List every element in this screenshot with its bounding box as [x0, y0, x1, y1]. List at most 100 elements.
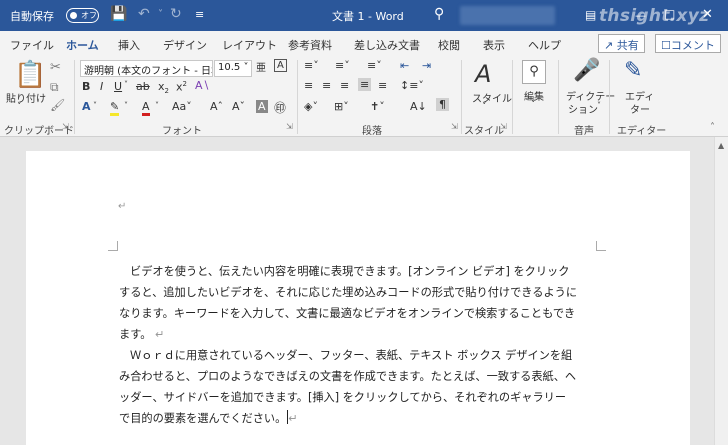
font-color-icon[interactable]: A: [142, 100, 150, 116]
text-line[interactable]: すると、追加したいビデオを、それに応じた埋め込みコードの形式で貼り付けできるよう…: [119, 282, 577, 303]
search-icon[interactable]: ⚲: [434, 6, 444, 22]
strikethrough-icon[interactable]: ab: [136, 80, 150, 93]
styles-label[interactable]: スタイル: [472, 90, 512, 105]
paragraph-mark-icon: ↵: [151, 328, 165, 341]
tab-file[interactable]: ファイル: [10, 37, 54, 53]
font-name-combo[interactable]: 游明朝 (本文のフォント - 日本: [80, 60, 213, 77]
toggle-knob: [70, 12, 77, 19]
text-line-content: み合わせると、プロのようなできばえの文書を作成できます。たとえば、一致する表紙、…: [119, 370, 577, 383]
highlight-icon[interactable]: ✎: [110, 100, 120, 116]
grow-font-icon[interactable]: Aˆ: [210, 100, 223, 113]
vertical-scrollbar[interactable]: ▲: [714, 137, 728, 445]
underline-dropdown-icon[interactable]: ˅: [124, 80, 128, 89]
change-case-icon[interactable]: Aa˅: [172, 100, 192, 113]
format-painter-icon[interactable]: 🖌: [50, 98, 65, 112]
search-icon[interactable]: ⚲: [522, 60, 546, 84]
highlight-dropdown-icon[interactable]: ˅: [124, 101, 128, 110]
styles-dropdown-icon[interactable]: ˅: [482, 102, 487, 112]
underline-icon[interactable]: U: [114, 80, 122, 93]
comment-icon: ☐: [661, 39, 671, 52]
tab-help[interactable]: ヘルプ: [528, 37, 561, 53]
char-border-icon[interactable]: A: [274, 59, 287, 72]
char-shading-icon[interactable]: A: [256, 100, 268, 113]
cut-icon[interactable]: ✂: [50, 60, 61, 75]
dictate-dropdown-icon[interactable]: ˅: [597, 101, 601, 110]
align-left-icon[interactable]: ≡: [304, 79, 313, 92]
editor-label-2[interactable]: ター: [630, 101, 650, 116]
undo-dropdown-icon[interactable]: ˅: [158, 9, 163, 20]
text-line[interactable]: Ｗｏｒｄに用意されているヘッダー、フッター、表紙、テキスト ボックス デザインを…: [130, 345, 572, 366]
paste-label[interactable]: 貼り付け: [6, 90, 46, 105]
comment-button[interactable]: ☐コメント: [655, 34, 721, 53]
bold-icon[interactable]: B: [82, 80, 90, 93]
bullets-icon[interactable]: ≡˅: [304, 59, 319, 72]
text-line[interactable]: ビデオを使うと、伝えたい内容を明確に表現できます。[オンライン ビデオ] をクリ…: [130, 261, 569, 282]
tab-view[interactable]: 表示: [483, 37, 505, 53]
styles-launcher-icon[interactable]: ⇲: [500, 122, 507, 131]
account-area[interactable]: [460, 6, 555, 25]
save-icon[interactable]: 💾: [110, 6, 127, 22]
group-voice: 音声: [574, 126, 594, 137]
text-line[interactable]: み合わせると、プロのようなできばえの文書を作成できます。たとえば、一致する表紙、…: [119, 366, 576, 387]
tab-home[interactable]: ホーム: [66, 37, 99, 59]
text-line[interactable]: で目的の要素を選んでください。 ↵: [119, 408, 298, 429]
tab-mailings[interactable]: 差し込み文書: [354, 37, 420, 53]
justify-icon[interactable]: ≡: [358, 78, 372, 91]
line-spacing-icon[interactable]: ↕≡˅: [400, 79, 424, 92]
tab-review[interactable]: 校閲: [438, 37, 460, 53]
autosave-label: 自動保存: [10, 10, 54, 23]
text-line-content: ます。: [119, 328, 152, 341]
font-color-dropdown-icon[interactable]: ˅: [155, 101, 159, 110]
undo-icon[interactable]: ↶: [138, 6, 150, 22]
share-button[interactable]: ↗ 共有: [598, 34, 645, 53]
text-line[interactable]: ッダー、サイドバーを追加できます。[挿入] をクリックしてから、それぞれのギャラ…: [119, 387, 566, 408]
subscript-icon[interactable]: x2: [158, 80, 169, 95]
tab-layout[interactable]: レイアウト: [222, 37, 277, 53]
sort-icon[interactable]: A↓: [410, 100, 427, 113]
document-page[interactable]: ↵ ビデオを使うと、伝えたい内容を明確に表現できます。[オンライン ビデオ] を…: [26, 151, 690, 445]
shrink-font-icon[interactable]: Aˇ: [232, 100, 245, 113]
clear-formatting-icon[interactable]: A∖: [195, 79, 210, 92]
distributed-icon[interactable]: ≡: [378, 79, 387, 92]
align-center-icon[interactable]: ≡: [322, 79, 331, 92]
scroll-up-icon[interactable]: ▲: [718, 141, 724, 150]
text-line[interactable]: ます。 ↵: [119, 324, 164, 345]
styles-icon[interactable]: A: [475, 60, 491, 88]
enclose-chars-icon[interactable]: ㊞: [274, 99, 286, 116]
tab-insert[interactable]: 挿入: [118, 37, 140, 53]
autosave-toggle[interactable]: オフ: [66, 8, 99, 23]
text-effects-icon[interactable]: A: [82, 100, 91, 113]
italic-icon[interactable]: I: [100, 80, 103, 93]
redo-icon[interactable]: ↻: [170, 6, 182, 22]
decrease-indent-icon[interactable]: ⇤: [400, 59, 409, 72]
paragraph-launcher-icon[interactable]: ⇲: [451, 122, 458, 131]
microphone-icon[interactable]: 🎤: [573, 58, 600, 83]
show-marks-icon[interactable]: ¶: [436, 98, 449, 111]
copy-icon[interactable]: ⧉: [50, 80, 59, 95]
text-effects-dropdown-icon[interactable]: ˅: [93, 101, 97, 110]
asian-layout-icon[interactable]: ✝˅: [370, 100, 385, 113]
numbering-icon[interactable]: ≡˅: [335, 59, 350, 72]
dictate-label-2[interactable]: ション: [568, 101, 598, 116]
paste-icon[interactable]: 📋: [14, 60, 46, 90]
font-size-combo[interactable]: 10.5 ˅: [214, 60, 252, 77]
shading-icon[interactable]: ◈˅: [304, 100, 318, 113]
font-launcher-icon[interactable]: ⇲: [286, 122, 293, 131]
text-line[interactable]: なります。キーワードを入力して、文書に最適なビデオをオンラインで検索することもで…: [119, 303, 575, 324]
ribbon-display-icon[interactable]: ▤: [585, 8, 596, 22]
customize-qat-icon[interactable]: ≡: [195, 8, 204, 21]
clipboard-launcher-icon[interactable]: ⇲: [62, 122, 69, 131]
editor-icon[interactable]: ✎: [624, 58, 642, 83]
collapse-ribbon-icon[interactable]: ˄: [710, 122, 715, 133]
group-styles: スタイル: [464, 126, 504, 137]
increase-indent-icon[interactable]: ⇥: [422, 59, 431, 72]
tab-references[interactable]: 参考資料: [288, 37, 332, 53]
multilevel-list-icon[interactable]: ≡˅: [367, 59, 382, 72]
paste-dropdown-icon[interactable]: ˅: [17, 102, 22, 112]
align-right-icon[interactable]: ≡: [340, 79, 349, 92]
tab-design[interactable]: デザイン: [163, 37, 207, 53]
superscript-icon[interactable]: x2: [176, 80, 187, 94]
phonetic-guide-icon[interactable]: 亜: [256, 59, 266, 74]
edit-dropdown-icon[interactable]: ˅: [531, 100, 536, 110]
borders-icon[interactable]: ⊞˅: [334, 100, 349, 113]
